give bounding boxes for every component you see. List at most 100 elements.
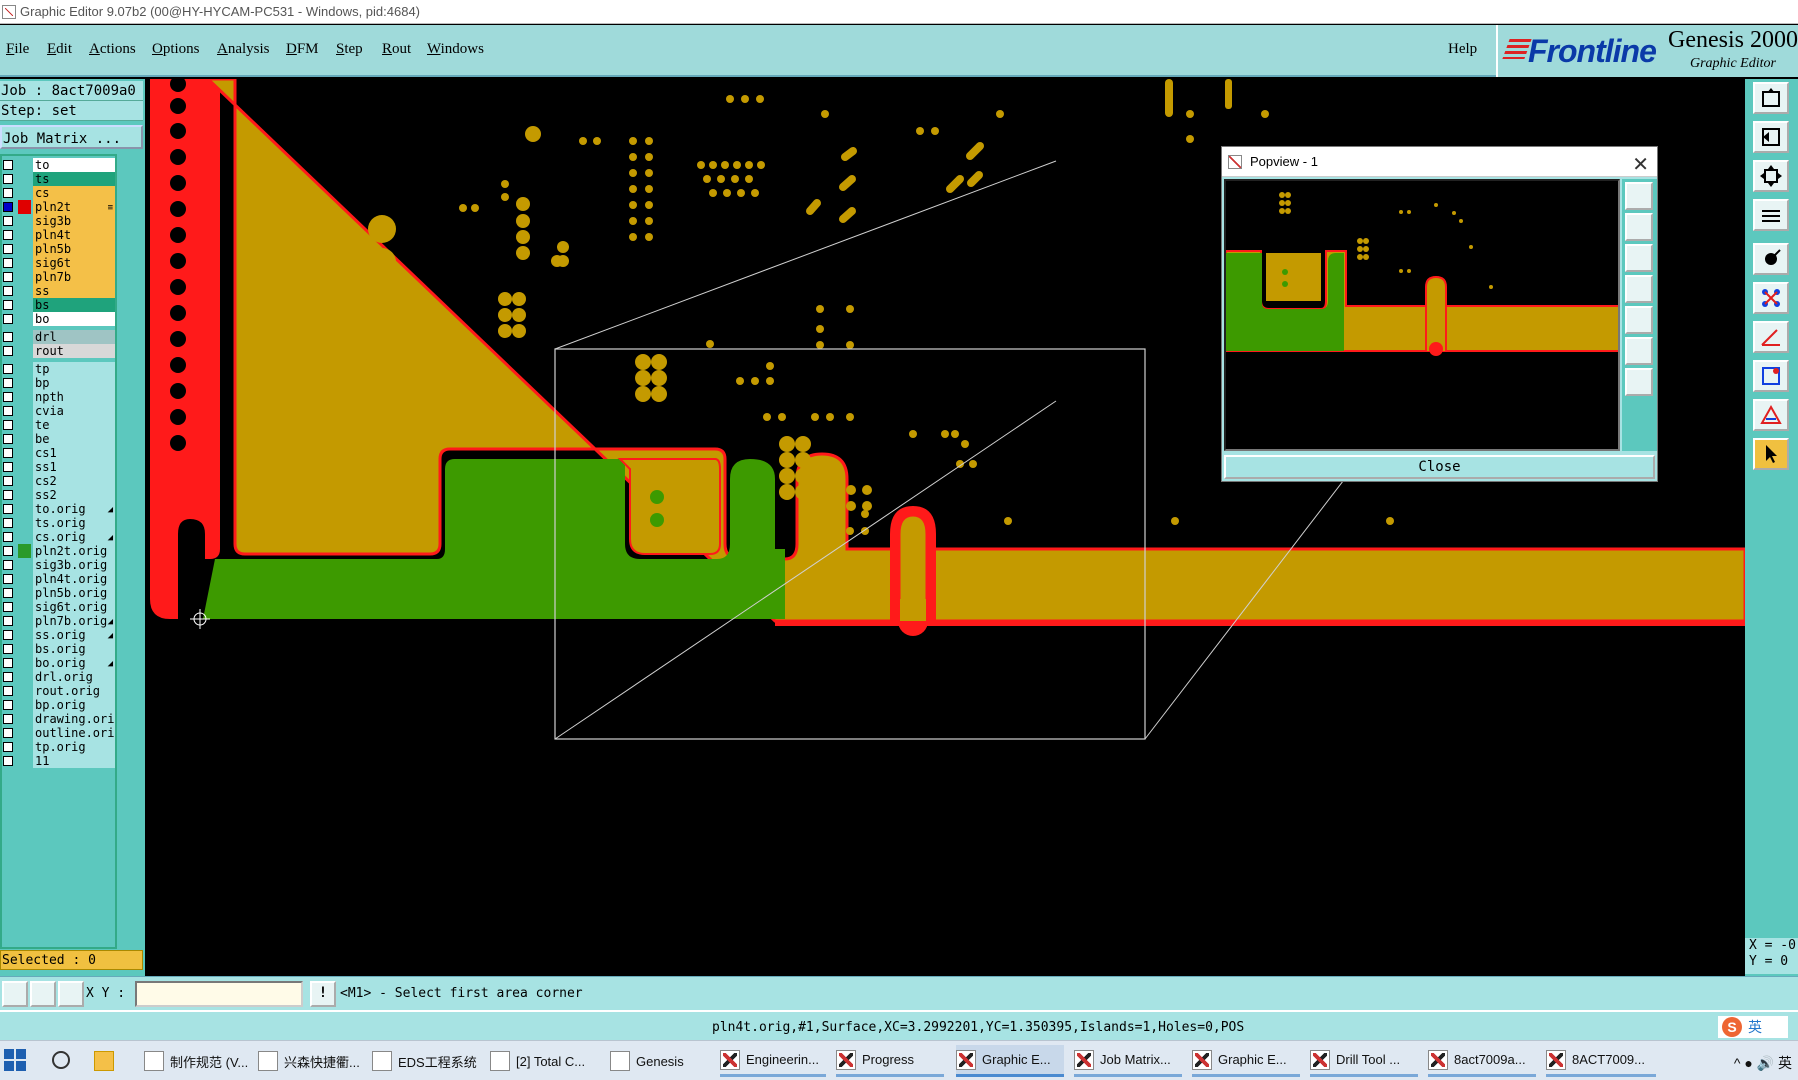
layer-row-ts-orig[interactable]: ts.orig [2, 516, 115, 530]
menu-rout[interactable]: Rout [382, 41, 411, 58]
layer-checkbox[interactable] [3, 686, 13, 696]
layer-checkbox[interactable] [3, 546, 13, 556]
menu-options[interactable]: Options [152, 41, 200, 58]
layer-row-pln7b-orig[interactable]: pln7b.orig ◢ [2, 614, 115, 628]
layer-checkbox[interactable] [3, 504, 13, 514]
layer-row-to-orig[interactable]: to.orig ◢ [2, 502, 115, 516]
layer-checkbox[interactable] [3, 602, 13, 612]
layer-checkbox[interactable] [3, 574, 13, 584]
layer-row-bp[interactable]: bp [2, 376, 115, 390]
select-box-icon[interactable] [1753, 360, 1789, 392]
pointer-tool-icon[interactable] [1753, 438, 1789, 470]
layer-checkbox[interactable] [3, 160, 13, 170]
popview-zoom-in-icon[interactable] [1625, 182, 1653, 210]
layer-row-bs-orig[interactable]: bs.orig [2, 642, 115, 656]
layer-checkbox[interactable] [3, 616, 13, 626]
taskbar-item-0[interactable]: 制作规范 (V... [144, 1045, 248, 1077]
layer-checkbox[interactable] [3, 420, 13, 430]
layer-row-bs[interactable]: bs [2, 298, 115, 312]
layer-checkbox[interactable] [3, 658, 13, 668]
layer-row-pln4t-orig[interactable]: pln4t.orig [2, 572, 115, 586]
layer-row-be[interactable]: be [2, 432, 115, 446]
layer-checkbox[interactable] [3, 202, 13, 212]
layer-checkbox[interactable] [3, 332, 13, 342]
layer-row-to[interactable]: to [2, 158, 115, 172]
layer-row-bo[interactable]: bo [2, 312, 115, 326]
job-matrix-button[interactable]: Job Matrix ... [0, 125, 143, 149]
layer-checkbox[interactable] [3, 434, 13, 444]
popview-fit-icon[interactable] [1625, 337, 1653, 365]
layer-checkbox[interactable] [3, 756, 13, 766]
grid-icon[interactable] [58, 981, 84, 1007]
layer-row-sig3b-orig[interactable]: sig3b.orig [2, 558, 115, 572]
zoom-home-icon[interactable] [1753, 82, 1789, 114]
layer-checkbox[interactable] [3, 406, 13, 416]
snap-mode-icon[interactable] [2, 981, 28, 1007]
layer-row-tp[interactable]: tp [2, 362, 115, 376]
system-tray[interactable]: ^ ● 🔊 英 [1734, 1053, 1792, 1073]
layer-row-sig6t-orig[interactable]: sig6t.orig [2, 600, 115, 614]
layer-row-11[interactable]: 11 [2, 754, 115, 768]
layer-row-cs-orig[interactable]: cs.orig ◢ [2, 530, 115, 544]
layer-checkbox[interactable] [3, 728, 13, 738]
layer-checkbox[interactable] [3, 532, 13, 542]
drc-icon[interactable] [1753, 399, 1789, 431]
measure-icon[interactable] [1753, 321, 1789, 353]
layer-row-ss-orig[interactable]: ss.orig ◢ [2, 628, 115, 642]
layer-checkbox[interactable] [3, 644, 13, 654]
layer-row-cs[interactable]: cs [2, 186, 115, 200]
layer-checkbox[interactable] [3, 300, 13, 310]
layer-row-bo-orig[interactable]: bo.orig ◢ [2, 656, 115, 670]
taskbar-item-6[interactable]: Progress [836, 1045, 944, 1077]
layer-checkbox[interactable] [3, 392, 13, 402]
layer-checkbox[interactable] [3, 700, 13, 710]
layer-checkbox[interactable] [3, 490, 13, 500]
zoom-back-icon[interactable] [1753, 121, 1789, 153]
layer-row-pln2t-orig[interactable]: pln2t.orig [2, 544, 115, 558]
menu-file[interactable]: File [6, 41, 29, 58]
menu-windows[interactable]: Windows [427, 41, 484, 58]
menu-step[interactable]: Step [336, 41, 363, 58]
layer-checkbox[interactable] [3, 630, 13, 640]
popview-home-icon[interactable] [1625, 368, 1653, 396]
taskbar-item-4[interactable]: Genesis [610, 1045, 706, 1077]
layer-checkbox[interactable] [3, 230, 13, 240]
layer-row-pln2t[interactable]: pln2t ≡ [2, 200, 115, 214]
layer-checkbox[interactable] [3, 378, 13, 388]
layer-row-pln5b-orig[interactable]: pln5b.orig [2, 586, 115, 600]
layer-row-pln5b[interactable]: pln5b [2, 242, 115, 256]
layer-row-pln4t[interactable]: pln4t [2, 228, 115, 242]
taskbar-item-8[interactable]: Job Matrix... [1074, 1045, 1182, 1077]
layer-row-ss1[interactable]: ss1 [2, 460, 115, 474]
layer-checkbox[interactable] [3, 518, 13, 528]
layer-row-tp-orig[interactable]: tp.orig [2, 740, 115, 754]
taskbar-item-7[interactable]: Graphic E... [956, 1045, 1064, 1077]
menu-analysis[interactable]: Analysis [217, 41, 270, 58]
layer-checkbox[interactable] [3, 560, 13, 570]
menu-actions[interactable]: Actions [89, 41, 136, 58]
menu-dfm[interactable]: DFM [286, 41, 319, 58]
layer-checkbox[interactable] [3, 476, 13, 486]
taskbar-item-2[interactable]: EDS工程系统 [372, 1045, 480, 1077]
layer-checkbox[interactable] [3, 588, 13, 598]
layer-checkbox[interactable] [3, 714, 13, 724]
taskbar-item-9[interactable]: Graphic E... [1192, 1045, 1300, 1077]
layer-checkbox[interactable] [3, 188, 13, 198]
snap-icon[interactable] [1753, 243, 1789, 275]
layer-tools-icon[interactable] [1753, 199, 1789, 231]
popview-window[interactable]: Popview - 1 ✕ Close [1221, 146, 1658, 482]
search-icon[interactable] [52, 1051, 70, 1069]
taskbar-item-3[interactable]: [2] Total C... [490, 1045, 598, 1077]
layer-checkbox[interactable] [3, 258, 13, 268]
layer-checkbox[interactable] [3, 174, 13, 184]
connect-icon[interactable] [1753, 282, 1789, 314]
layer-row-cvia[interactable]: cvia [2, 404, 115, 418]
taskbar-item-11[interactable]: 8act7009a... [1428, 1045, 1536, 1077]
xy-input[interactable] [135, 981, 303, 1007]
zoom-fit-icon[interactable] [1753, 160, 1789, 192]
layer-checkbox[interactable] [3, 216, 13, 226]
popview-zoom-out-icon[interactable] [1625, 213, 1653, 241]
layer-row-cs1[interactable]: cs1 [2, 446, 115, 460]
layer-checkbox[interactable] [3, 448, 13, 458]
taskbar-item-1[interactable]: 兴森快捷衢... [258, 1045, 362, 1077]
